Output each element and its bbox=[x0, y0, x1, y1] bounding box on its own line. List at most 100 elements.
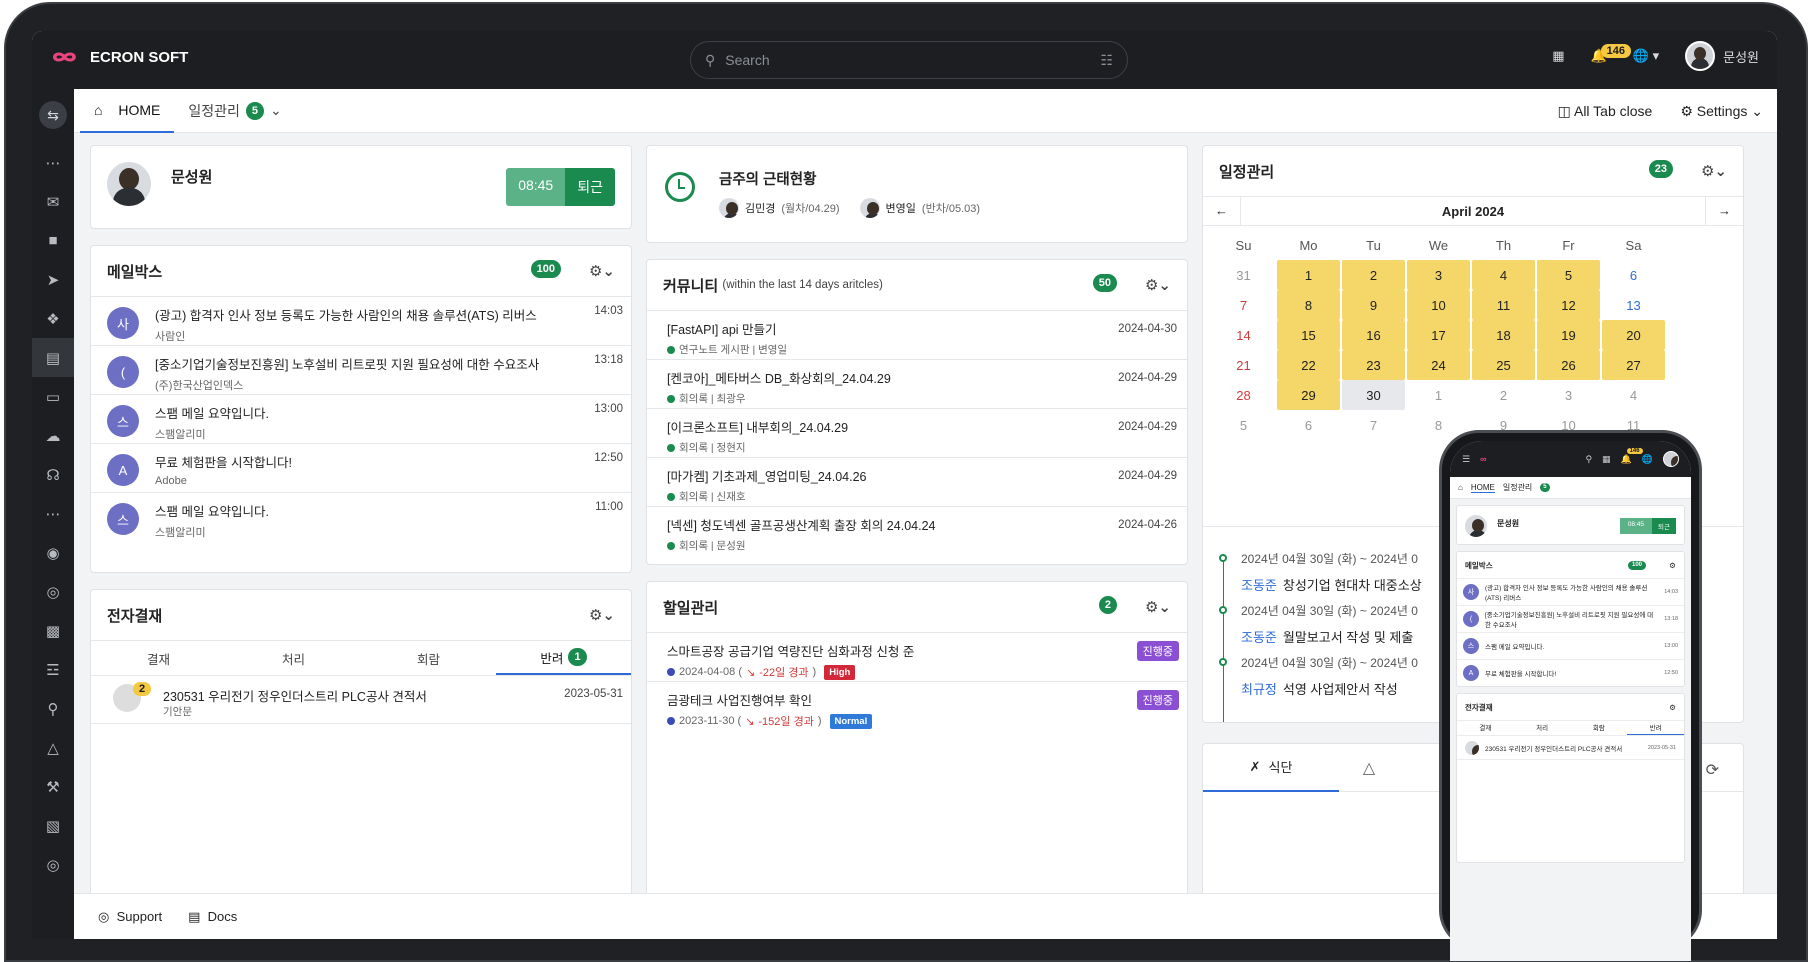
factory-icon[interactable]: ▩ bbox=[32, 611, 74, 650]
community-item[interactable]: [넥센] 청도넥센 골프공생산계획 출장 회의 24.04.24 회의록 | 문성… bbox=[647, 506, 1187, 555]
globe-icon[interactable]: 🌐 bbox=[1642, 454, 1653, 465]
tab-home-label[interactable]: HOME bbox=[1470, 483, 1495, 493]
settings-button[interactable]: ⚙ Settings ⌄ bbox=[1680, 103, 1763, 120]
calendar-day[interactable]: 19 bbox=[1537, 320, 1600, 350]
cart-icon[interactable]: ☲ bbox=[32, 650, 74, 689]
tab-rejected[interactable]: 반려 1 bbox=[496, 641, 631, 675]
calendar-day[interactable]: 10 bbox=[1407, 290, 1470, 320]
tab-circulation-label[interactable]: 회람 bbox=[1571, 721, 1628, 735]
calendar-day[interactable]: 20 bbox=[1602, 320, 1665, 350]
tab-processed-label[interactable]: 처리 bbox=[1514, 721, 1571, 735]
community-item[interactable]: [켄코아]_메타버스 DB_화상회의_24.04.29 회의록 | 최광우 2024… bbox=[647, 359, 1187, 408]
bell-tab-icon[interactable]: △ bbox=[1339, 758, 1399, 778]
more-icon[interactable]: ⋯ bbox=[32, 143, 74, 182]
calendar-day[interactable]: 7 bbox=[1341, 410, 1406, 440]
calendar-day[interactable]: 4 bbox=[1472, 260, 1535, 290]
tab-schedule[interactable]: 일정관리 5 ⌄ bbox=[174, 89, 295, 133]
calendar-day[interactable]: 21 bbox=[1211, 350, 1276, 380]
community-item[interactable]: [FastAPI] api 만들기 연구노트 게시판 | 변영일 2024-04-3… bbox=[647, 310, 1187, 359]
tab-processed[interactable]: 처리 bbox=[226, 641, 361, 675]
todo-item[interactable]: 스마트공장 공급기업 역량진단 심화과정 신청 준 2024-04-08 (↘ -2… bbox=[647, 632, 1187, 681]
sidebar-toggle-icon[interactable]: ⇆ bbox=[39, 101, 67, 129]
tab-home[interactable]: ⌂ HOME bbox=[80, 89, 175, 133]
calendar-day[interactable]: 30 bbox=[1342, 380, 1405, 410]
refresh-icon[interactable]: ⟳ bbox=[1706, 760, 1719, 780]
clock-out-button[interactable]: 퇴근 bbox=[565, 168, 615, 206]
scan-icon[interactable]: ▧ bbox=[32, 806, 74, 845]
calendar-day[interactable]: 29 bbox=[1277, 380, 1340, 410]
calendar-day[interactable]: 2 bbox=[1342, 260, 1405, 290]
chevron-down-icon[interactable]: ⌄ bbox=[270, 102, 282, 119]
cards-icon[interactable]: ▭ bbox=[32, 377, 74, 416]
docs-link[interactable]: ▤ Docs bbox=[188, 909, 237, 925]
logo[interactable]: ECRON SOFT bbox=[46, 47, 188, 67]
mail-item[interactable]: 스 스팸 메일 요약입니다. 13:00 bbox=[1457, 632, 1684, 659]
status-pill[interactable]: 진행중 bbox=[1136, 690, 1179, 710]
search-input[interactable]: ⚲ Search ☷ bbox=[690, 41, 1128, 79]
calendar-day[interactable]: 27 bbox=[1602, 350, 1665, 380]
calendar-day[interactable]: 3 bbox=[1407, 260, 1470, 290]
gear-icon[interactable]: ⚙⌄ bbox=[589, 606, 615, 624]
wrench-icon[interactable]: ⚒ bbox=[32, 767, 74, 806]
mail-item[interactable]: 사 (광고) 합격자 인사 정보 등록도 가능한 사람인의 채용 솔루션(ATS)… bbox=[1457, 578, 1684, 605]
calendar-day[interactable]: 22 bbox=[1277, 350, 1340, 380]
mail-item[interactable]: 사 (광고) 합격자 인사 정보 등록도 가능한 사람인의 채용 솔루션(ATS)… bbox=[91, 296, 631, 345]
tab-rejected-label[interactable]: 반려 bbox=[1627, 721, 1684, 735]
gear-icon[interactable]: ⚙⌄ bbox=[1701, 162, 1727, 180]
tab-meal[interactable]: ✗ 식단 bbox=[1203, 744, 1339, 792]
bell-icon[interactable]: 🔔 146 bbox=[1621, 447, 1643, 465]
contacts-icon[interactable]: ■ bbox=[32, 221, 74, 260]
gear-icon[interactable]: ⚙ bbox=[1669, 561, 1676, 570]
globe-icon[interactable]: 🌐 ▾ bbox=[1633, 48, 1659, 64]
timeline-name[interactable]: 조동준 bbox=[1241, 630, 1277, 645]
mail-item[interactable]: A 무료 체험판을 시작합니다! 12:50 bbox=[1457, 659, 1684, 686]
calendar-day[interactable]: 7 bbox=[1211, 290, 1276, 320]
tab-schedule-label[interactable]: 일정관리 bbox=[1503, 482, 1532, 493]
gear-icon[interactable]: ⚙⌄ bbox=[1145, 276, 1171, 294]
approval-item[interactable]: 2 230531 우리전기 정우인더스트리 PLC공사 견적서 기안문 2023… bbox=[91, 676, 631, 724]
approval-item[interactable]: 230531 우리전기 정우인더스트리 PLC공사 견적서 2023-05-31 bbox=[1457, 736, 1684, 760]
all-tab-close-button[interactable]: ◫ All Tab close bbox=[1558, 103, 1653, 120]
coin-icon[interactable]: ◎ bbox=[32, 572, 74, 611]
cloud-icon[interactable]: ☁ bbox=[32, 416, 74, 455]
timeline-item[interactable]: 2024년 04월 30일 (화) ~ 2024년 0 최규정 석영 사업제안서 작… bbox=[1219, 654, 1418, 698]
calendar-day[interactable]: 15 bbox=[1277, 320, 1340, 350]
gear-icon[interactable]: ⚙ bbox=[1669, 703, 1676, 712]
status-pill[interactable]: 진행중 bbox=[1136, 641, 1179, 661]
calendar-day[interactable]: 13 bbox=[1601, 290, 1666, 320]
menu-icon[interactable]: ☰ bbox=[1462, 454, 1470, 465]
flask-icon[interactable]: △ bbox=[32, 728, 74, 767]
tab-approve-label[interactable]: 결재 bbox=[1457, 721, 1514, 735]
avatar[interactable] bbox=[1663, 451, 1679, 467]
calendar-day[interactable]: 28 bbox=[1211, 380, 1276, 410]
calendar-day[interactable]: 26 bbox=[1537, 350, 1600, 380]
community-item[interactable]: [마가켐] 기초과제_영업미팅_24.04.26 회의록 | 신재호 2024-04… bbox=[647, 457, 1187, 506]
timeline-item[interactable]: 2024년 04월 30일 (화) ~ 2024년 0 조동준 월말보고서 작성 및… bbox=[1219, 602, 1418, 646]
mail-item[interactable]: 스 스팸 메일 요약입니다. 스팸알리미 11:00 bbox=[91, 492, 631, 541]
filter-icon[interactable]: ☷ bbox=[1100, 52, 1113, 69]
send-icon[interactable]: ➤ bbox=[32, 260, 74, 299]
calendar-day[interactable]: 5 bbox=[1537, 260, 1600, 290]
community-item[interactable]: [이크론소프트] 내부회의_24.04.29 회의록 | 정현지 2024-04-2… bbox=[647, 408, 1187, 457]
mail-icon[interactable]: ✉ bbox=[32, 182, 74, 221]
calendar-day[interactable]: 14 bbox=[1211, 320, 1276, 350]
network-icon[interactable]: ❖ bbox=[32, 299, 74, 338]
search-icon[interactable]: ⚲ bbox=[1585, 454, 1592, 465]
compass-icon[interactable]: ◉ bbox=[32, 533, 74, 572]
user-menu[interactable]: 문성원 bbox=[1685, 41, 1759, 71]
calendar-day[interactable]: 12 bbox=[1537, 290, 1600, 320]
calendar-day[interactable]: 6 bbox=[1276, 410, 1341, 440]
tab-circulation[interactable]: 회람 bbox=[361, 641, 496, 675]
mail-item[interactable]: ([중소기업기술정보진흥원] 노후설비 리트로핏 지원 필요성에 대한 수요조사… bbox=[1457, 605, 1684, 632]
timeline-name[interactable]: 최규정 bbox=[1241, 682, 1277, 697]
more-icon[interactable]: ⋯ bbox=[32, 494, 74, 533]
apps-grid-icon[interactable]: ▦ bbox=[1552, 48, 1564, 64]
tab-approve[interactable]: 결재 bbox=[91, 641, 226, 675]
calendar-day[interactable]: 24 bbox=[1407, 350, 1470, 380]
calendar-day[interactable]: 3 bbox=[1536, 380, 1601, 410]
calendar-icon[interactable]: ▤ bbox=[32, 338, 74, 377]
calendar-day[interactable]: 8 bbox=[1277, 290, 1340, 320]
calendar-day[interactable]: 4 bbox=[1601, 380, 1666, 410]
calendar-day[interactable]: 18 bbox=[1472, 320, 1535, 350]
headset-icon[interactable]: ☊ bbox=[32, 455, 74, 494]
